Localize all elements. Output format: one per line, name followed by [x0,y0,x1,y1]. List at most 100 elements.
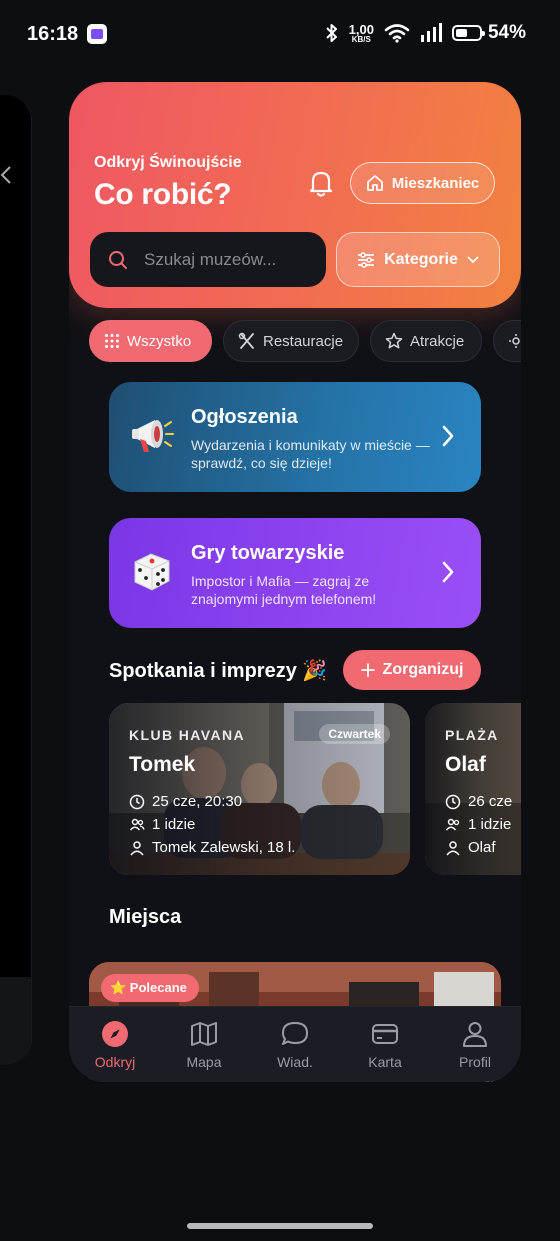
event-venue: KLUB HAVANA [129,727,245,743]
bluetooth-icon [325,24,337,42]
featured-badge: ⭐ Polecane [101,974,199,1002]
party-games-card[interactable]: Gry towarzyskie Impostor i Mafia — zagra… [109,518,481,628]
user-icon [446,840,460,855]
sun-icon [509,334,521,348]
sliders-icon [358,251,375,268]
chevron-right-icon [442,425,454,447]
chat-icon [282,1022,308,1045]
battery-percent: 54% [487,22,526,43]
event-venue: PLAŻA [445,727,499,743]
notification-app-icon [87,24,107,44]
network-speed: 1,00 KB/S [349,23,374,44]
dice-icon [134,553,170,591]
battery-icon [451,25,485,41]
home-indicator[interactable] [187,1223,373,1229]
cutlery-icon [238,332,254,349]
nav-card[interactable]: Karta [350,1019,420,1070]
event-day-badge: Czwartek [319,724,390,744]
event-host: Olaf [468,839,496,856]
grid-icon [105,334,119,348]
nav-messages[interactable]: Wiad. [260,1019,330,1070]
event-attendees-row: 1 idzie [129,816,195,833]
event-card[interactable]: KLUB HAVANA Czwartek Tomek 25 cze, 20:30… [109,703,410,875]
event-datetime: 25 cze, 20:30 [152,793,243,810]
featured-label: ⭐ Polecane [110,980,187,995]
page-title: Co robić? [94,178,232,211]
back-chevron-icon [0,165,12,191]
bell-icon[interactable] [307,168,335,198]
nav-label: Odkryj [94,1054,136,1070]
nav-map[interactable]: Mapa [169,1019,239,1070]
clock-icon [129,794,145,809]
search-placeholder: Szukaj muzeów... [144,249,277,269]
people-icon [129,818,145,830]
app-window: Odkryj Świnoujście Co robić? Mieszkaniec… [69,82,521,1082]
announcements-title: Ogłoszenia [191,406,298,428]
event-host: Tomek Zalewski, 18 l. [152,839,296,856]
event-host-row: Tomek Zalewski, 18 l. [129,839,295,856]
category-chips: Wszystko Restauracje Atrakcje [89,320,521,362]
speed-unit: KB/S [351,34,371,44]
nav-label: Karta [368,1054,402,1070]
status-icons: 1,00 KB/S 54% [325,22,526,44]
party-games-title: Gry towarzyskie [191,542,345,564]
card-icon [372,1024,398,1044]
star-icon [385,332,403,349]
speed-value: 1,00 [348,21,374,37]
clock-icon [445,794,461,809]
plus-icon [360,663,375,677]
user-icon [463,1022,487,1047]
event-name: Olaf [445,753,486,776]
nav-label: Mapa [186,1054,222,1070]
battery: 54% [451,22,526,44]
organize-label: Zorganizuj [382,661,464,678]
nav-label: Wiad. [277,1054,313,1070]
chevron-right-icon [442,561,454,583]
event-card[interactable]: PLAŻA Olaf 26 cze 1 idzie Olaf [425,703,521,875]
party-games-description: Impostor i Mafia — zagraj ze znajomymi j… [191,573,377,607]
nav-profile[interactable]: Profil [440,1019,510,1070]
resident-label: Mieszkaniec [391,174,480,192]
home-icon [366,175,383,191]
event-datetime-row: 26 cze [445,793,512,810]
meetups-title: Spotkania i imprezy 🎉 [109,660,328,682]
previous-screen-footer [0,977,31,1065]
chip-label: Restauracje [263,332,344,350]
chip-label: Wszystko [127,332,192,350]
nav-discover[interactable]: Odkryj [80,1019,150,1070]
event-name: Tomek [129,753,196,776]
hero-header: Odkryj Świnoujście Co robić? Mieszkaniec… [69,82,521,308]
announcements-description: Wydarzenia i komunikaty w mieście — spra… [191,437,430,471]
categories-label: Kategorie [384,250,458,268]
event-attendees: 1 idzie [468,816,512,833]
status-time: 16:18 [27,23,79,45]
signal-icon [420,23,442,42]
chip-label: Atrakcje [410,332,465,350]
announcements-card[interactable]: Ogłoszenia Wydarzenia i komunikaty w mie… [109,382,481,492]
event-attendees: 1 idzie [152,816,196,833]
organize-button[interactable]: Zorganizuj [343,650,481,690]
bottom-navigation: Odkryj Mapa Wiad. Karta Profil [69,1006,521,1082]
megaphone-icon [132,420,174,452]
chip-restaurants[interactable]: Restauracje [223,320,359,362]
map-icon [191,1022,217,1046]
chip-all[interactable]: Wszystko [89,320,212,362]
event-attendees-row: 1 idzie [445,816,511,833]
chip-more[interactable] [493,320,521,362]
search-input[interactable]: Szukaj muzeów... [90,232,326,287]
hero-subtitle: Odkryj Świnoujście [94,154,242,171]
resident-button[interactable]: Mieszkaniec [350,162,495,204]
previous-screen-card[interactable] [0,95,32,1065]
categories-button[interactable]: Kategorie [336,232,500,287]
event-datetime-row: 25 cze, 20:30 [129,793,242,810]
places-title: Miejsca [109,906,182,928]
status-bar: 16:18 1,00 KB/S 54% [0,0,560,70]
search-icon [109,250,127,269]
screen: 16:18 1,00 KB/S 54% Odkryj Świnoujście C… [0,0,560,1241]
chevron-down-icon [467,255,479,263]
user-icon [130,840,144,855]
chip-attractions[interactable]: Atrakcje [370,320,482,362]
event-host-row: Olaf [445,839,496,856]
people-icon [445,818,460,830]
event-datetime: 26 cze [468,793,513,810]
